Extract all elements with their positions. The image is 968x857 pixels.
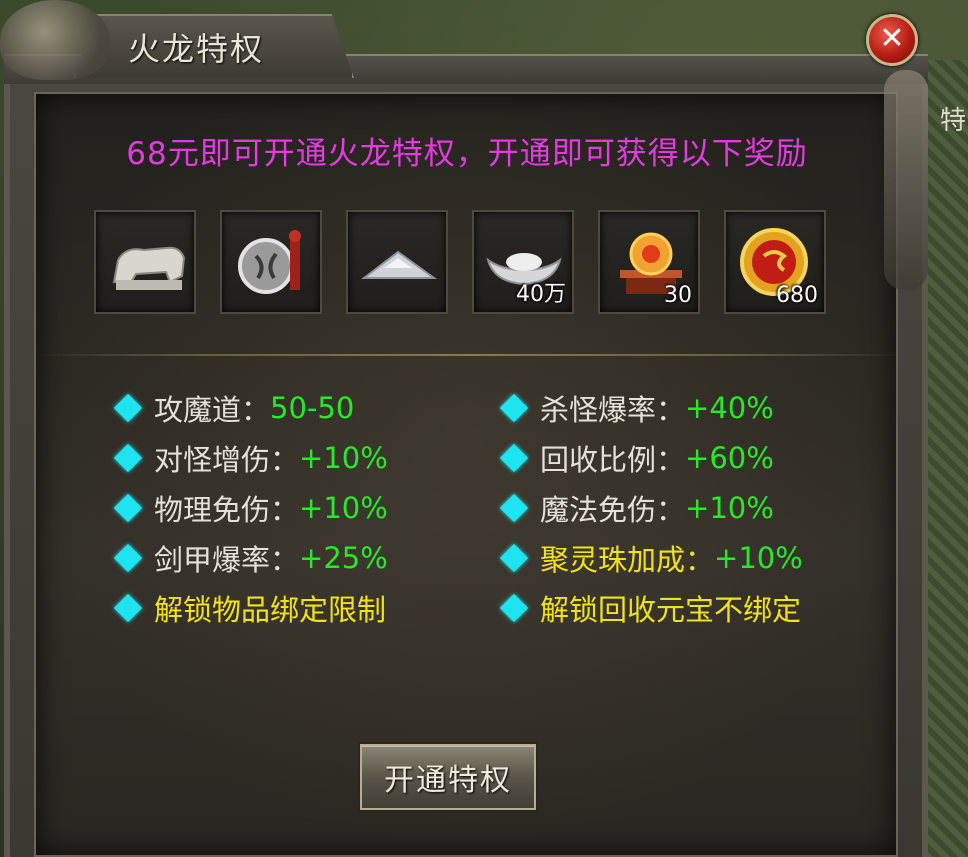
stat-label: 杀怪爆率： xyxy=(540,393,686,427)
stat-row: 物理免伤： +10% xyxy=(113,486,388,530)
diamond-bullet-icon xyxy=(113,443,143,473)
diamond-bullet-icon xyxy=(499,493,529,523)
reward-slot[interactable]: 30 xyxy=(598,210,700,314)
reward-count: 680 xyxy=(776,283,818,308)
close-button[interactable]: ✕ xyxy=(866,14,918,66)
stat-value: +25% xyxy=(299,541,388,575)
dragon-ornament-icon xyxy=(0,0,110,80)
diamond-bullet-icon xyxy=(499,593,529,623)
stone-beast-icon xyxy=(112,246,186,290)
stat-row: 杀怪爆率： +40% xyxy=(499,386,774,430)
stat-row: 回收比例： +60% xyxy=(499,436,774,480)
unlock-text: 解锁物品绑定限制 xyxy=(154,593,387,627)
stat-value: +10% xyxy=(685,491,774,525)
stat-label: 物理免伤： xyxy=(154,493,300,527)
stat-value: +10% xyxy=(299,441,388,475)
privilege-headline: 68元即可开通火龙特权，开通即可获得以下奖励 xyxy=(126,136,808,172)
stat-row: 聚灵珠加成： +10% xyxy=(499,536,803,580)
stat-row: 魔法免伤： +10% xyxy=(499,486,774,530)
stat-label: 魔法免伤： xyxy=(540,493,686,527)
stat-row: 解锁回收元宝不绑定 xyxy=(499,586,802,630)
diamond-bullet-icon xyxy=(113,493,143,523)
section-divider xyxy=(40,354,900,356)
stat-label: 攻魔道： xyxy=(154,393,271,427)
stat-label: 回收比例： xyxy=(540,443,686,477)
reward-slot[interactable] xyxy=(346,210,448,314)
medallion-icon xyxy=(238,230,301,294)
dialog-title: 火龙特权 xyxy=(128,30,265,68)
stat-value: +40% xyxy=(685,391,774,425)
diamond-bullet-icon xyxy=(499,443,529,473)
background-text: 特 xyxy=(939,106,966,136)
reward-slot[interactable] xyxy=(94,210,196,314)
stat-row: 解锁物品绑定限制 xyxy=(113,586,387,630)
stat-row: 剑甲爆率： +25% xyxy=(113,536,388,580)
reward-slot[interactable]: 40万 xyxy=(472,210,574,314)
stat-value: 50-50 xyxy=(270,391,355,425)
diamond-bullet-icon xyxy=(113,543,143,573)
game-scene: 特 火龙特权 ✕ 68元即可开通火龙特权，开通即可获得以下奖励 40万 30 6… xyxy=(0,0,968,857)
reward-count: 40万 xyxy=(516,282,566,307)
stat-label: 对怪增伤： xyxy=(154,443,300,477)
stat-value: +10% xyxy=(714,541,803,575)
diamond-bullet-icon xyxy=(499,393,529,423)
stat-label: 聚灵珠加成： xyxy=(540,543,715,577)
close-icon: ✕ xyxy=(879,21,905,56)
stat-row: 对怪增伤： +10% xyxy=(113,436,388,480)
stat-row: 攻魔道： 50-50 xyxy=(113,386,355,430)
diamond-bullet-icon xyxy=(499,543,529,573)
unlock-text: 解锁回收元宝不绑定 xyxy=(540,593,802,627)
stat-value: +10% xyxy=(299,491,388,525)
diamond-bullet-icon xyxy=(113,393,143,423)
activate-privilege-button[interactable]: 开通特权 xyxy=(360,744,536,810)
stat-value: +60% xyxy=(685,441,774,475)
claw-ornament-icon xyxy=(884,70,928,290)
reward-count: 30 xyxy=(664,283,692,308)
reward-slot[interactable]: 680 xyxy=(724,210,826,314)
stat-label: 剑甲爆率： xyxy=(154,543,300,577)
reward-slot[interactable] xyxy=(220,210,322,314)
silver-pile-icon xyxy=(361,250,438,279)
diamond-bullet-icon xyxy=(113,593,143,623)
